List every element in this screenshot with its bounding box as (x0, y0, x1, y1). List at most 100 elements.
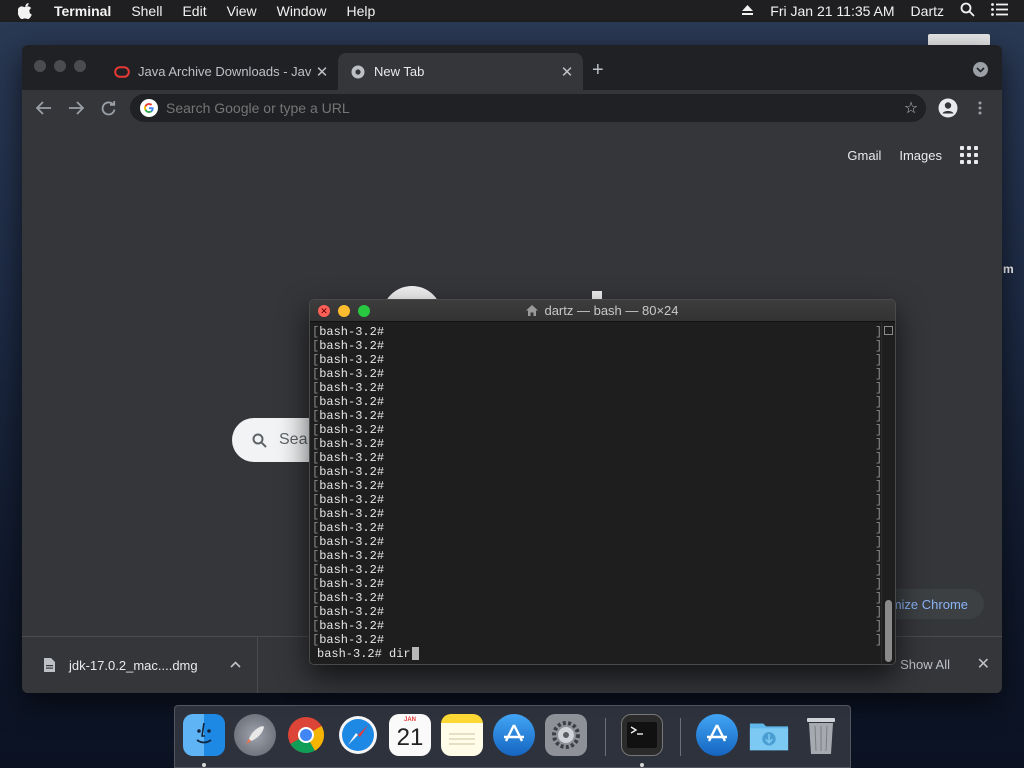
chrome-zoom-button[interactable] (74, 60, 86, 72)
terminal-history-line: [bash-3.2# ] (312, 507, 882, 521)
terminal-history-line: [bash-3.2# ] (312, 493, 882, 507)
menu-app-name[interactable]: Terminal (54, 3, 111, 19)
terminal-history-line: [bash-3.2# ] (312, 577, 882, 591)
reload-icon[interactable] (96, 96, 120, 120)
new-tab-plus-icon[interactable]: + (592, 59, 604, 82)
tab-search-icon[interactable] (973, 62, 988, 77)
terminal-zoom-button[interactable] (358, 305, 370, 317)
terminal-history-line: [bash-3.2# ] (312, 381, 882, 395)
apple-menu-icon[interactable] (18, 3, 40, 19)
notification-center-icon[interactable] (991, 3, 1008, 19)
images-link[interactable]: Images (899, 148, 942, 163)
launchpad-icon[interactable] (234, 714, 276, 756)
chrome-toolbar: ☆ (22, 90, 1002, 126)
menu-view[interactable]: View (227, 3, 257, 19)
terminal-minimize-button[interactable] (338, 305, 350, 317)
omnibox[interactable]: ☆ (130, 94, 926, 122)
gmail-link[interactable]: Gmail (847, 148, 881, 163)
terminal-prompt: bash-3.2# (319, 451, 392, 465)
terminal-prompt: bash-3.2# (319, 549, 392, 563)
dock-separator (605, 718, 606, 756)
terminal-prompt: bash-3.2# (319, 367, 392, 381)
terminal-cursor (411, 647, 419, 661)
terminal-history-line: [bash-3.2# ] (312, 395, 882, 409)
split-pane-icon[interactable] (884, 326, 893, 335)
tab-close-icon[interactable]: ✕ (557, 63, 577, 81)
terminal-prompt: bash-3.2# (319, 395, 392, 409)
terminal-history-line: [bash-3.2# ] (312, 479, 882, 493)
oracle-favicon-icon (114, 64, 130, 80)
chevron-up-icon[interactable] (230, 659, 241, 671)
terminal-prompt: bash-3.2# (319, 619, 392, 633)
terminal-scrollbar[interactable] (881, 322, 895, 664)
downloads-folder-icon[interactable] (748, 714, 790, 756)
menu-edit[interactable]: Edit (182, 3, 206, 19)
running-indicator (202, 763, 206, 767)
tab-new-tab[interactable]: New Tab ✕ (338, 53, 583, 90)
download-item[interactable]: jdk-17.0.2_mac....dmg (22, 636, 258, 693)
tab-java-archive[interactable]: Java Archive Downloads - Java ✕ (102, 53, 338, 90)
terminal-output[interactable]: [bash-3.2# ] [bash-3.2# ] [bash-3.2# ] [bas… (310, 322, 882, 664)
finder-icon[interactable] (183, 714, 225, 756)
terminal-history-line: [bash-3.2# ] (312, 591, 882, 605)
terminal-prompt: bash-3.2# (319, 507, 392, 521)
terminal-title-bar[interactable]: ✕ dartz — bash — 80×24 (310, 300, 895, 322)
calendar-day: 21 (396, 724, 424, 751)
terminal-prompt: bash-3.2# (319, 493, 392, 507)
app-store-icon[interactable] (696, 714, 738, 756)
dock-separator (680, 718, 681, 756)
notes-icon[interactable] (441, 714, 483, 756)
google-search-placeholder: Sea (279, 431, 308, 448)
terminal-history-line: [bash-3.2# ] (312, 353, 882, 367)
terminal-history-line: [bash-3.2# ] (312, 605, 882, 619)
show-all-button[interactable]: Show All (900, 657, 950, 672)
chrome-minimize-button[interactable] (54, 60, 66, 72)
eject-icon[interactable] (741, 3, 754, 19)
menubar-clock[interactable]: Fri Jan 21 11:35 AM (770, 3, 894, 19)
calendar-month: JAN (403, 717, 416, 723)
tab-title: Java Archive Downloads - Java (138, 64, 312, 79)
terminal-input-line[interactable]: bash-3.2# dir (312, 647, 882, 661)
terminal-history-line: [bash-3.2# ] (312, 521, 882, 535)
terminal-current-input: dir (389, 647, 411, 661)
google-top-links: Gmail Images (847, 146, 978, 164)
app-store-icon[interactable] (493, 714, 535, 756)
menubar-user[interactable]: Dartz (911, 3, 944, 19)
menu-window[interactable]: Window (277, 3, 327, 19)
terminal-prompt: bash-3.2# (319, 381, 392, 395)
terminal-close-button[interactable]: ✕ (318, 305, 330, 317)
spotlight-search-icon[interactable] (960, 2, 975, 20)
tab-close-icon[interactable]: ✕ (312, 63, 332, 81)
terminal-scroll-thumb[interactable] (885, 600, 892, 662)
tab-strip: Java Archive Downloads - Java ✕ New Tab … (22, 45, 1002, 90)
terminal-prompt: bash-3.2# (319, 465, 392, 479)
terminal-prompt: bash-3.2# (319, 521, 392, 535)
bookmark-star-icon[interactable]: ☆ (896, 98, 926, 118)
desktop-edge-label: m (1003, 262, 1014, 276)
omnibox-input[interactable] (166, 100, 896, 116)
forward-arrow-icon[interactable] (64, 96, 88, 120)
back-arrow-icon[interactable] (32, 96, 56, 120)
menu-shell[interactable]: Shell (131, 3, 162, 19)
chrome-close-button[interactable] (34, 60, 46, 72)
close-downloads-icon[interactable]: ✕ (977, 654, 990, 674)
terminal-history-line: [bash-3.2# ] (312, 549, 882, 563)
download-file-name: jdk-17.0.2_mac....dmg (69, 657, 198, 673)
terminal-history-line: [bash-3.2# ] (312, 633, 882, 647)
profile-avatar-icon[interactable] (936, 96, 960, 120)
terminal-prompt: bash-3.2# (319, 577, 392, 591)
safari-icon[interactable] (337, 714, 379, 756)
search-icon (252, 433, 267, 448)
terminal-prompt: bash-3.2# (319, 605, 392, 619)
menu-help[interactable]: Help (346, 3, 375, 19)
terminal-prompt: bash-3.2# (319, 591, 392, 605)
google-apps-icon[interactable] (960, 146, 978, 164)
running-indicator (640, 763, 644, 767)
system-preferences-icon[interactable] (545, 714, 587, 756)
terminal-prompt: bash-3.2# (319, 423, 392, 437)
terminal-icon[interactable] (621, 714, 663, 756)
chrome-icon[interactable] (285, 714, 327, 756)
trash-icon[interactable] (800, 714, 842, 756)
calendar-icon[interactable]: JAN 21 (389, 714, 431, 756)
chrome-menu-icon[interactable] (968, 96, 992, 120)
